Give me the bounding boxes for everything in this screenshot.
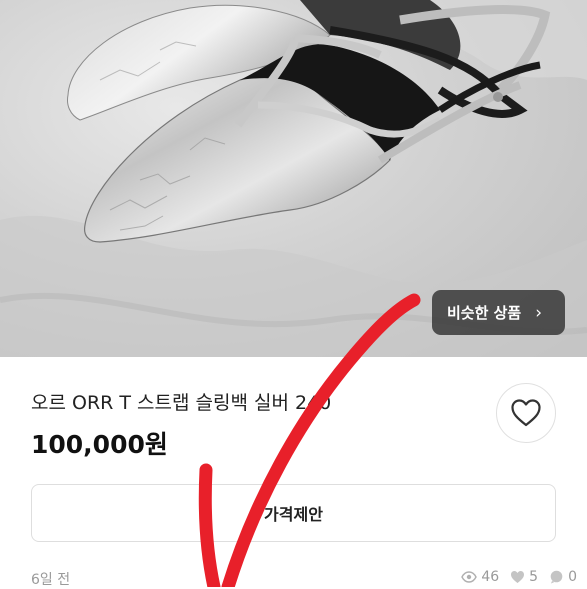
eye-icon bbox=[461, 569, 478, 585]
heart-icon bbox=[511, 399, 541, 427]
favorite-button[interactable] bbox=[496, 383, 556, 443]
chevron-right-icon: › bbox=[535, 302, 543, 323]
price-offer-label: 가격제안 bbox=[264, 505, 323, 524]
similar-items-button[interactable]: 비슷한 상품 › bbox=[432, 290, 565, 335]
product-title: 오르 ORR T 스트랩 슬링백 실버 240 bbox=[31, 392, 332, 414]
similar-items-label: 비슷한 상품 bbox=[447, 304, 522, 322]
product-price: 100,000원 bbox=[31, 430, 168, 459]
product-photo[interactable]: 비슷한 상품 › bbox=[0, 0, 587, 357]
posted-time: 6일 전 bbox=[31, 572, 71, 588]
heart-outline-icon bbox=[509, 569, 525, 585]
price-offer-button[interactable]: 가격제안 bbox=[31, 484, 556, 542]
view-count: 46 bbox=[481, 569, 500, 585]
chat-count: 0 bbox=[568, 569, 577, 585]
item-stats: 46 5 0 bbox=[461, 569, 583, 585]
like-count: 5 bbox=[529, 569, 539, 585]
chat-icon bbox=[548, 569, 564, 585]
